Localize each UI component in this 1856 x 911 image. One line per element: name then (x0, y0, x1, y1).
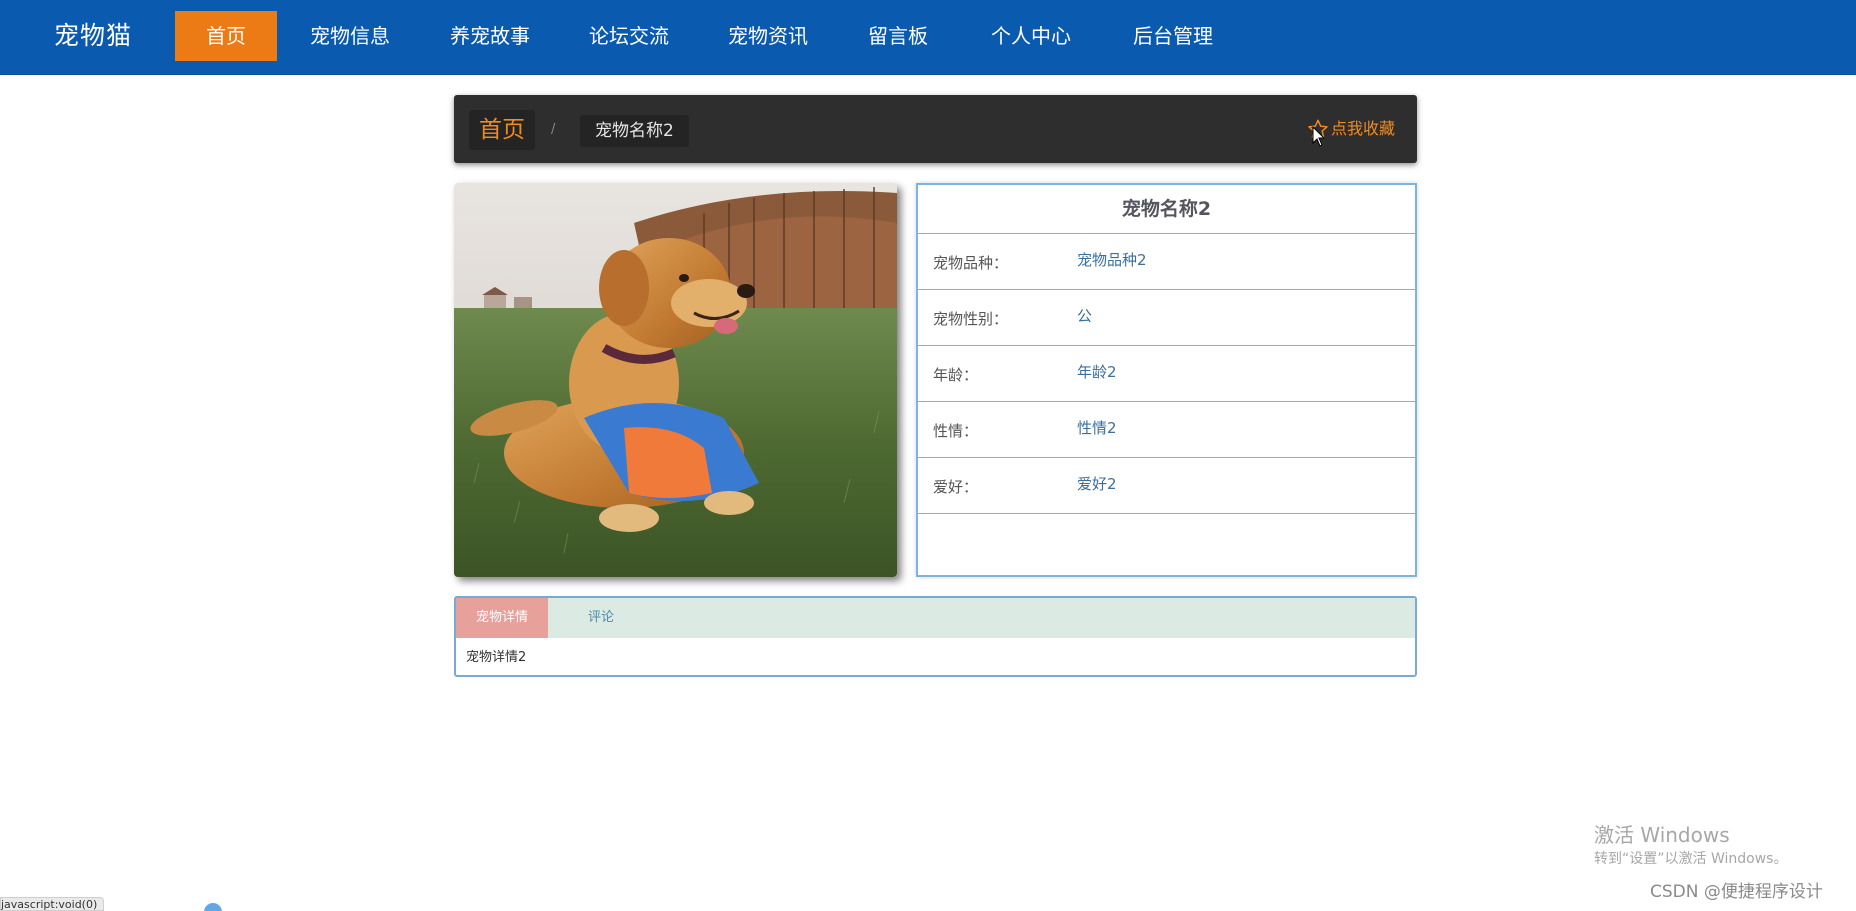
windows-activation-title: 激活 Windows (1594, 823, 1730, 847)
info-label: 年龄： (933, 366, 979, 384)
info-label: 性情： (933, 422, 979, 440)
nav-admin[interactable]: 后台管理 (1113, 11, 1233, 61)
nav-user-center[interactable]: 个人中心 (971, 11, 1091, 61)
breadcrumb: 首页 / 宠物名称2 点我收藏 (454, 95, 1417, 163)
floating-dot-icon[interactable] (204, 903, 222, 911)
favorite-label: 点我收藏 (1330, 119, 1395, 138)
nav-home[interactable]: 首页 (175, 11, 277, 61)
csdn-credit: CSDN @便捷程序设计 (1650, 882, 1823, 902)
info-label: 宠物品种： (933, 254, 1009, 272)
tab-content-text: 宠物详情2 (466, 650, 527, 665)
info-value: 公 (1077, 307, 1093, 325)
info-value: 年龄2 (1077, 363, 1117, 381)
pet-info-card: 宠物名称2 宠物品种： 宠物品种2 宠物性别： 公 年龄： 年龄2 性情： 性情… (916, 183, 1417, 577)
nav-pet-info[interactable]: 宠物信息 (290, 11, 410, 61)
info-value: 爱好2 (1077, 475, 1117, 493)
breadcrumb-home-link[interactable]: 首页 (469, 110, 535, 150)
nav-forum[interactable]: 论坛交流 (569, 11, 689, 61)
top-navbar: 宠物猫 首页 宠物信息 养宠故事 论坛交流 宠物资讯 留言板 个人中心 后台管理 (0, 0, 1856, 75)
info-value: 宠物品种2 (1077, 251, 1147, 269)
browser-status-bar: javascript:void(0) (0, 897, 105, 911)
info-row-gender: 宠物性别： 公 (918, 290, 1415, 346)
nav-pet-news[interactable]: 宠物资讯 (708, 11, 828, 61)
detail-tabs-panel: 宠物详情 评论 宠物详情2 (454, 596, 1417, 677)
site-brand[interactable]: 宠物猫 (54, 18, 132, 54)
mouse-cursor-icon (1312, 126, 1326, 147)
info-row-age: 年龄： 年龄2 (918, 346, 1415, 402)
info-row-hobby: 爱好： 爱好2 (918, 458, 1415, 514)
nav-pet-stories[interactable]: 养宠故事 (430, 11, 550, 61)
pet-name-title: 宠物名称2 (918, 185, 1415, 234)
info-row-temperament: 性情： 性情2 (918, 402, 1415, 458)
info-row-breed: 宠物品种： 宠物品种2 (918, 234, 1415, 290)
tab-pet-details[interactable]: 宠物详情 (456, 598, 548, 638)
nav-message-board[interactable]: 留言板 (848, 11, 948, 61)
tab-comments[interactable]: 评论 (548, 598, 654, 638)
breadcrumb-current: 宠物名称2 (580, 115, 689, 147)
breadcrumb-separator: / (551, 122, 556, 137)
info-label: 宠物性别： (933, 310, 1009, 328)
info-label: 爱好： (933, 478, 979, 496)
windows-activation-subtitle: 转到“设置”以激活 Windows。 (1594, 851, 1788, 867)
tab-strip: 宠物详情 评论 (456, 598, 1415, 638)
info-value: 性情2 (1077, 419, 1117, 437)
pet-photo (454, 183, 897, 577)
